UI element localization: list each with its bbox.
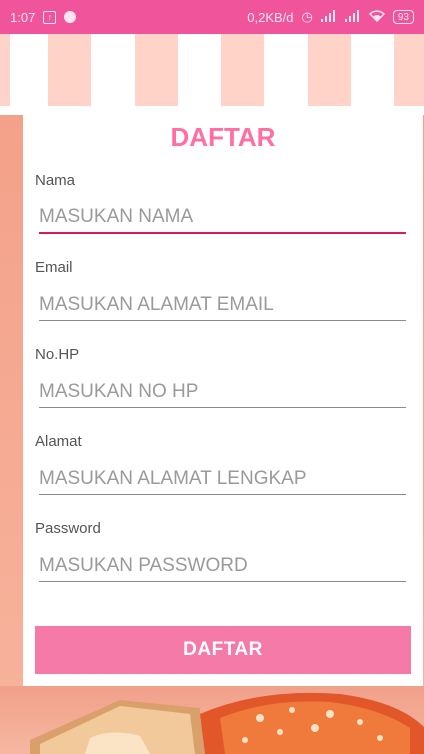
awning-stripe xyxy=(48,34,91,106)
awning-stripe xyxy=(135,34,178,106)
status-bar: 1:07 ↑ 0,2KB/d ◷ 93 xyxy=(0,0,424,34)
password-label: Password xyxy=(35,520,101,537)
phone-label: No.HP xyxy=(35,346,80,363)
name-field: Nama xyxy=(35,172,406,234)
phone-input[interactable] xyxy=(39,376,406,408)
status-bar-left: 1:07 ↑ xyxy=(10,9,77,25)
status-time: 1:07 xyxy=(10,9,36,25)
awning-stripe xyxy=(308,34,351,106)
wifi-icon xyxy=(368,9,385,25)
name-label: Nama xyxy=(35,172,76,189)
alarm-icon: ◷ xyxy=(301,9,313,24)
notification-icon: ↑ xyxy=(43,10,57,24)
address-label: Alamat xyxy=(35,433,82,450)
background-edge-left xyxy=(0,115,24,695)
register-button[interactable]: DAFTAR xyxy=(35,626,411,674)
address-field: Alamat xyxy=(35,433,406,495)
email-field: Email xyxy=(35,259,406,321)
cake-image xyxy=(30,692,424,754)
battery-icon: 93 xyxy=(392,10,414,24)
password-field: Password xyxy=(35,520,406,582)
address-input[interactable] xyxy=(39,463,406,495)
network-speed: 0,2KB/d xyxy=(247,9,294,25)
awning-stripe xyxy=(394,34,424,106)
status-bar-right: 0,2KB/d ◷ 93 xyxy=(247,9,414,25)
name-input[interactable] xyxy=(39,202,406,234)
register-card: DAFTAR Nama Email No.HP Alamat Password … xyxy=(23,106,423,686)
email-label: Email xyxy=(35,259,73,276)
signal-icon xyxy=(344,9,361,25)
awning-stripe xyxy=(221,34,264,106)
app-icon xyxy=(64,11,77,23)
phone-field: No.HP xyxy=(35,346,406,408)
awning-stripe xyxy=(0,34,10,106)
email-input[interactable] xyxy=(39,289,406,321)
signal-icon xyxy=(320,9,337,25)
form-title: DAFTAR xyxy=(170,122,276,152)
password-input[interactable] xyxy=(39,550,406,582)
